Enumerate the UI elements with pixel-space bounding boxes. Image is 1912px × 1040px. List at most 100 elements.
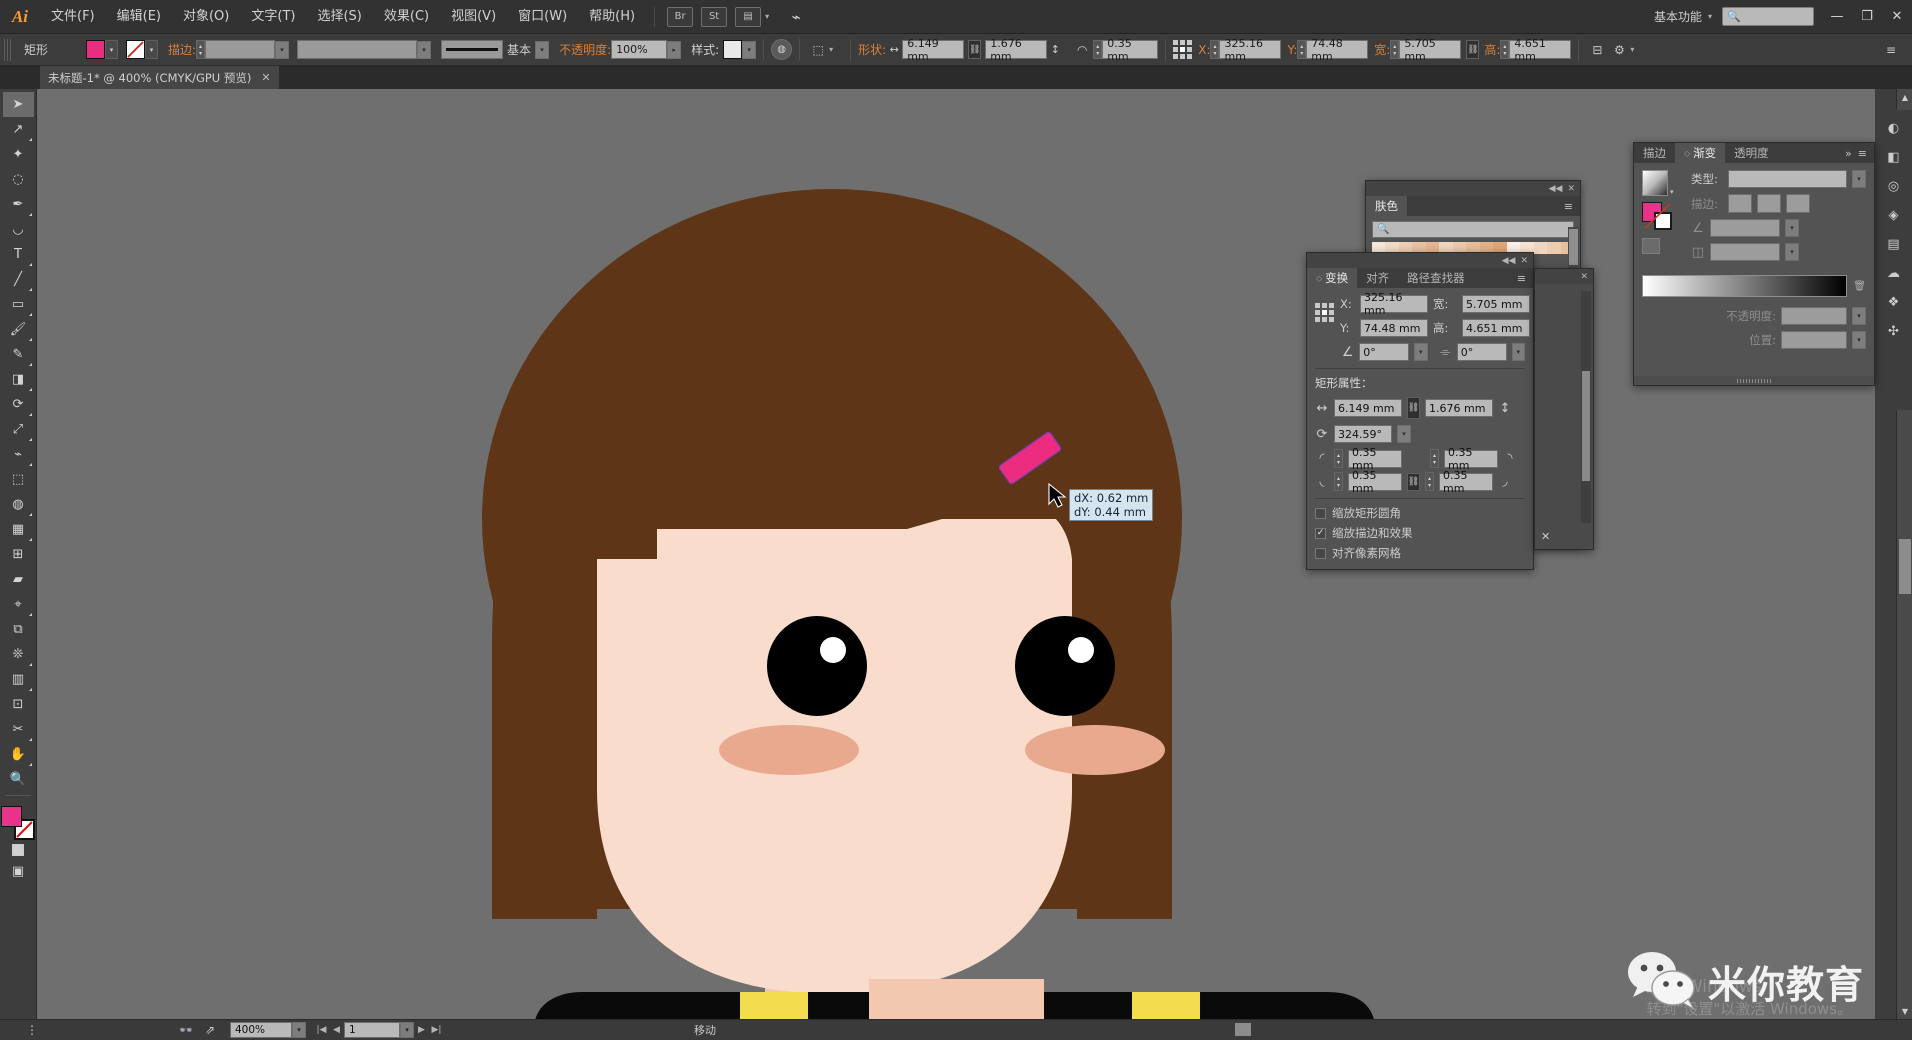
constrain-proportions-icon[interactable]: ⛓ [1466,40,1480,59]
background-panel-scrollbar[interactable] [1581,291,1591,523]
dock-graphic-styles-icon[interactable]: ◈ [1879,201,1909,230]
close-icon[interactable]: ✕ [1520,256,1528,266]
shear-angle-chevron-down-icon[interactable]: ▾ [1414,343,1428,361]
workspace-switcher-label[interactable]: 基本功能 [1648,8,1708,25]
window-minimize-button[interactable]: — [1822,0,1852,34]
transform-panel-titlebar[interactable]: ◀◀ ✕ [1307,253,1533,268]
swatch-scroll-thumb[interactable] [1569,229,1578,265]
transform-chevron-down-icon[interactable]: ▾ [829,45,833,54]
gradient-preview-swatch[interactable] [1642,170,1668,196]
corner-tl-field[interactable]: 0.35 mm [1348,446,1402,472]
corner-bl-field[interactable]: 0.35 mm [1348,469,1402,495]
corner-tl-stepper[interactable]: ▴ ▾ [1334,449,1343,468]
tab-gradient[interactable]: ◇ 渐变 [1675,143,1726,163]
position-y-stepper[interactable]: ▴ ▾ [1297,40,1307,59]
tab-transform[interactable]: ◇ 变换 [1307,268,1358,288]
canvas-area[interactable]: dX: 0.62 mm dY: 0.44 mm [37,89,1875,1019]
rect-rotation-field[interactable]: 324.59° [1334,425,1392,443]
tool-mesh[interactable]: ⊞ [3,542,34,567]
gradient-aspect-chevron-down-icon[interactable]: ▾ [1785,243,1799,261]
screen-mode-button[interactable]: ▣ [3,860,34,882]
transform-x-field[interactable]: 325.16 mm [1360,291,1428,317]
brush-definition-preview[interactable] [441,40,504,59]
tool-blend[interactable]: ⧉ [3,617,34,642]
fill-stroke-indicator[interactable] [1,806,35,840]
stroke-chevron-down-icon[interactable]: ▾ [145,40,158,59]
tool-magic-wand[interactable]: ✦ [3,142,34,167]
tab-align[interactable]: 对齐 [1357,268,1398,288]
opacity-field[interactable]: 100% [611,40,668,59]
transform-effects-icon[interactable]: ⬚ [807,40,829,60]
position-x-stepper[interactable]: ▴ ▾ [1210,40,1220,59]
checkbox-align-pixel-grid-box[interactable] [1315,547,1326,559]
corner-radius-stepper[interactable]: ▴ ▾ [1093,40,1103,59]
object-width-field[interactable]: 5.705 mm [1399,37,1462,63]
arrange-chevron-down-icon[interactable]: ▾ [765,12,769,21]
menu-item-view[interactable]: 视图(V) [440,0,507,34]
align-objects-icon[interactable]: ⊟ [1586,40,1608,60]
share-icon[interactable]: ⇗ [198,1020,222,1040]
zoom-level-field[interactable]: 400% [230,1022,292,1038]
tab-stroke[interactable]: 描边 [1634,143,1675,163]
canvas-horizontal-scrollbar[interactable] [455,1019,1894,1040]
position-y-field[interactable]: 74.48 mm [1306,37,1369,63]
horizontal-scroll-thumb[interactable] [1235,1023,1251,1036]
brush-chevron-down-icon[interactable]: ▾ [535,40,550,59]
background-panel-titlebar[interactable]: ✕ [1535,269,1593,284]
tool-perspective-grid[interactable]: ▦ [3,517,34,542]
shear-angle-field[interactable]: 0° [1359,343,1410,361]
menu-item-file[interactable]: 文件(F) [40,0,106,34]
menu-item-help[interactable]: 帮助(H) [578,0,646,34]
tool-scale[interactable]: ⤢ [3,417,34,442]
more-options-icon[interactable]: ⚙ [1608,40,1630,60]
rect-width-field[interactable]: 6.149 mm [1334,399,1402,417]
corner-link-icon[interactable]: ⛓ [1407,472,1420,491]
tool-width[interactable]: ⌁ [3,442,34,467]
rotate-angle-chevron-down-icon[interactable]: ▾ [1511,343,1525,361]
object-height-stepper[interactable]: ▴ ▾ [1500,40,1510,59]
scroll-down-icon[interactable]: ▼ [1897,1003,1912,1019]
stroke-weight-chevron-down-icon[interactable]: ▾ [275,40,290,59]
corner-br-field[interactable]: 0.35 mm [1439,469,1493,495]
object-width-stepper[interactable]: ▴ ▾ [1390,40,1400,59]
tool-line-segment[interactable]: ╱ [3,267,34,292]
gradient-stroke-option-1[interactable] [1728,194,1752,213]
dock-appearance-icon[interactable]: ◎ [1879,172,1909,201]
tab-pathfinder[interactable]: 路径查找器 [1398,268,1474,288]
rect-height-field[interactable]: 1.676 mm [1425,399,1493,417]
stroke-weight-stepper[interactable]: ▴ ▾ [196,40,206,59]
swatch-panel-menu-icon[interactable]: ≡ [1564,196,1580,216]
close-icon[interactable]: ✕ [1567,184,1575,194]
tool-eyedropper[interactable]: ⌖ [3,592,34,617]
next-artboard-icon[interactable]: ▶ [414,1022,429,1038]
corner-radius-field[interactable]: 0.35 mm [1102,37,1159,63]
control-bar-grip[interactable] [4,38,13,61]
tool-rotate[interactable]: ⟳ [3,392,34,417]
window-restore-button[interactable]: ❐ [1852,0,1882,34]
scroll-up-icon[interactable]: ▲ [1897,89,1912,105]
rect-rotation-chevron-down-icon[interactable]: ▾ [1397,425,1411,443]
tool-direct-selection[interactable]: ↗ [3,117,34,142]
tool-selection[interactable]: ➤ [2,92,34,117]
gradient-stroke-option-2[interactable] [1757,194,1781,213]
checkbox-scale-rect-corners-box[interactable] [1315,507,1326,519]
gradient-panel[interactable]: 描边 ◇ 渐变 透明度 » ≡ ▾ 类型: ▾ 描边: ∠ ▾ ◫ ▾ 🗑 不透… [1633,142,1875,386]
dock-color-icon[interactable]: ◐ [1879,114,1909,143]
gradient-opacity-chevron-down-icon[interactable]: ▾ [1852,307,1866,325]
dock-libraries-icon[interactable]: ☁ [1879,259,1909,288]
last-artboard-icon[interactable]: ▶| [429,1022,444,1038]
tab-transparency[interactable]: 透明度 [1725,143,1778,163]
dock-layers-icon[interactable]: ▤ [1879,230,1909,259]
artwork-illustration[interactable] [37,89,1875,1019]
search-input[interactable]: 🔍 [1722,7,1814,26]
collapse-icon[interactable]: ◀◀ [1502,256,1516,266]
gradient-fill-stroke-indicator[interactable] [1642,202,1672,230]
gradient-delete-stop-icon[interactable]: 🗑 [1853,281,1866,292]
dock-symbols-icon[interactable]: ❖ [1879,288,1909,317]
stroke-profile-field[interactable] [297,40,418,59]
stroke-color-control[interactable]: ▾ [126,40,158,59]
artboard-chevron-down-icon[interactable]: ▾ [400,1022,414,1038]
first-artboard-icon[interactable]: |◀ [314,1022,329,1038]
menu-item-edit[interactable]: 编辑(E) [106,0,172,34]
stroke-weight-field[interactable] [205,40,276,59]
